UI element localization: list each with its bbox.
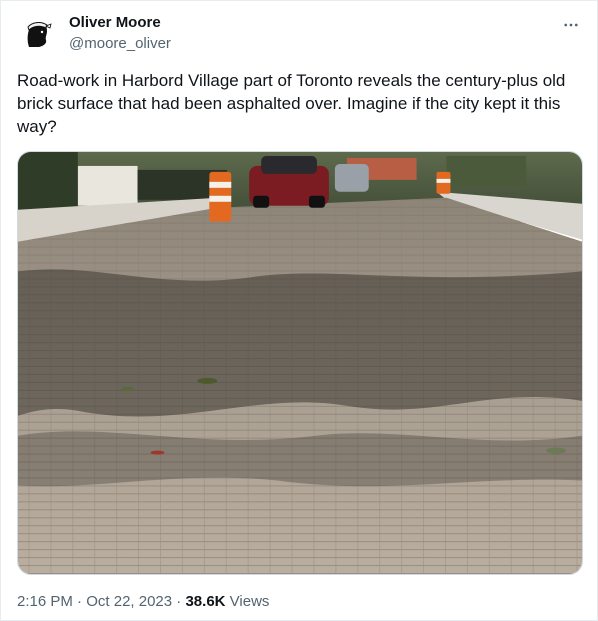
meta-separator: ·	[172, 593, 186, 610]
author-info: Oliver Moore @moore_oliver	[69, 13, 171, 54]
tweet-time[interactable]: 2:16 PM	[17, 593, 73, 610]
author-name[interactable]: Oliver Moore	[69, 13, 171, 33]
tweet-date[interactable]: Oct 22, 2023	[86, 593, 172, 610]
more-horizontal-icon	[564, 23, 578, 27]
author-handle[interactable]: @moore_oliver	[69, 34, 171, 54]
tweet-card: Oliver Moore @moore_oliver Road-work in …	[0, 0, 598, 621]
meta-separator: ·	[72, 593, 87, 610]
tweet-text: Road-work in Harbord Village part of Tor…	[17, 71, 571, 136]
more-options-button[interactable]	[559, 13, 583, 37]
views-count: 38.6K	[185, 593, 226, 610]
avatar[interactable]	[17, 13, 57, 53]
brick-road-photo	[18, 152, 582, 574]
tweet-meta: 2:16 PM · Oct 22, 2023 · 38.6K Views	[17, 592, 269, 612]
views-label: Views	[225, 593, 270, 610]
tweet-photo[interactable]	[17, 151, 583, 575]
moor-head-icon	[17, 13, 57, 53]
